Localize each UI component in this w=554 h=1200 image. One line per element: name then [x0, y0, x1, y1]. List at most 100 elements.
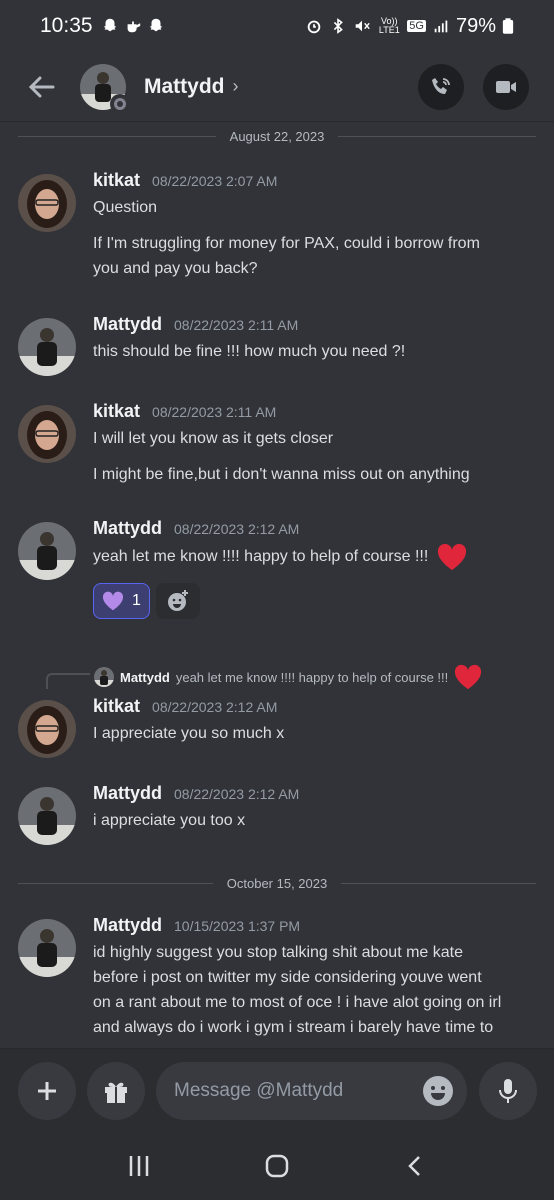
voice-message-button[interactable] — [479, 1062, 537, 1120]
message-timestamp: 10/15/2023 1:37 PM — [174, 918, 301, 934]
status-bar: 10:35 Vo)) LTE1 5G 79% — [0, 0, 554, 52]
avatar-mattydd[interactable] — [18, 919, 76, 977]
red-heart-icon — [455, 664, 482, 690]
message-timestamp: 08/22/2023 2:12 AM — [174, 786, 300, 802]
message-timestamp: 08/22/2023 2:12 AM — [152, 699, 278, 715]
date-divider: October 15, 2023 — [18, 873, 536, 893]
message-text: and always do i work i gym i stream i ba… — [93, 1019, 494, 1036]
video-camera-icon — [496, 81, 516, 93]
message-text: this should be fine !!! how much you nee… — [93, 343, 406, 360]
alarm-icon — [307, 20, 321, 34]
add-reaction-button[interactable] — [155, 583, 200, 619]
snapchat-icon — [149, 18, 162, 32]
message-timestamp: 08/22/2023 2:07 AM — [152, 173, 278, 189]
video-call-button[interactable] — [483, 64, 529, 110]
message-text: you and pay you back? — [93, 260, 258, 277]
message-composer — [0, 1048, 554, 1132]
date-divider-label: August 22, 2023 — [229, 128, 325, 144]
microphone-icon — [499, 1079, 517, 1103]
snapchat-icon — [103, 18, 116, 32]
avatar-mattydd[interactable] — [18, 318, 76, 376]
nav-back-button[interactable] — [391, 1146, 439, 1186]
message-text: I will let you know as it gets closer — [93, 430, 334, 447]
mute-icon — [355, 20, 371, 32]
message-item[interactable]: kitkat 08/22/2023 2:07 AM Question If I'… — [18, 170, 536, 281]
gift-button[interactable] — [87, 1062, 145, 1120]
5g-icon: 5G — [407, 20, 426, 32]
message-list[interactable]: August 22, 2023 kitkat 08/22/2023 2:07 A… — [0, 122, 554, 1048]
message-text: on a rant about me to most of oce ! i ha… — [93, 994, 502, 1011]
message-item[interactable]: kitkat 08/22/2023 2:12 AM I appreciate y… — [18, 696, 536, 758]
dm-user-name[interactable]: Mattydd › — [144, 75, 239, 99]
red-heart-icon — [437, 543, 466, 570]
back-button[interactable] — [22, 67, 62, 107]
chevron-right-icon: › — [232, 76, 239, 96]
date-divider: August 22, 2023 — [18, 126, 537, 146]
message-text: yeah let me know !!!! happy to help of c… — [93, 548, 429, 566]
teapot-icon — [127, 21, 140, 33]
purple-heart-icon — [102, 591, 124, 611]
message-input[interactable] — [174, 1080, 404, 1102]
message-text: id highly suggest you stop talking shit … — [93, 944, 463, 961]
avatar-kitkat[interactable] — [18, 174, 76, 232]
signal-icon — [434, 20, 448, 33]
message-item[interactable]: Mattydd 08/22/2023 2:12 AM yeah let me k… — [18, 518, 536, 619]
recent-apps-button[interactable] — [115, 1146, 163, 1186]
offline-status-dot — [110, 93, 130, 114]
message-author[interactable]: kitkat — [93, 401, 140, 422]
reaction-button[interactable]: 1 — [93, 583, 150, 619]
emoji-button[interactable] — [423, 1076, 453, 1106]
message-author[interactable]: kitkat — [93, 170, 140, 191]
message-author[interactable]: Mattydd — [93, 915, 162, 936]
system-nav-bar — [0, 1132, 554, 1200]
header-name: Mattydd — [144, 74, 225, 98]
back-icon — [408, 1156, 420, 1176]
chat-header: Mattydd › — [0, 52, 554, 122]
message-author[interactable]: Mattydd — [93, 783, 162, 804]
arrow-left-icon — [28, 76, 55, 97]
message-text: i appreciate you too x — [93, 812, 246, 829]
reply-avatar — [94, 667, 114, 687]
message-item[interactable]: kitkat 08/22/2023 2:11 AM I will let you… — [18, 401, 536, 487]
message-text: I appreciate you so much x — [93, 725, 285, 742]
avatar-mattydd[interactable] — [18, 522, 76, 580]
message-item[interactable]: Mattydd 10/15/2023 1:37 PM id highly sug… — [18, 915, 536, 1040]
volte-icon: Vo)) LTE1 — [378, 16, 400, 35]
status-time: 10:35 — [40, 14, 93, 37]
avatar-kitkat[interactable] — [18, 405, 76, 463]
message-author[interactable]: Mattydd — [93, 314, 162, 335]
add-reaction-icon — [167, 590, 188, 611]
avatar-kitkat[interactable] — [18, 700, 76, 758]
phone-call-icon — [432, 78, 450, 94]
message-text: before i post on twitter my side conside… — [93, 969, 482, 986]
message-timestamp: 08/22/2023 2:11 AM — [152, 404, 277, 420]
message-author[interactable]: kitkat — [93, 696, 140, 717]
reply-author: Mattydd — [120, 669, 170, 685]
bluetooth-icon — [334, 18, 344, 34]
voice-call-button[interactable] — [418, 64, 464, 110]
message-text: If I'm struggling for money for PAX, cou… — [93, 235, 480, 252]
message-item[interactable]: Mattydd 08/22/2023 2:11 AM this should b… — [18, 314, 536, 376]
avatar[interactable] — [80, 63, 130, 114]
message-author[interactable]: Mattydd — [93, 518, 162, 539]
recent-apps-icon — [129, 1156, 149, 1176]
message-timestamp: 08/22/2023 2:11 AM — [174, 317, 299, 333]
message-item[interactable]: Mattydd 08/22/2023 2:12 AM i appreciate … — [18, 783, 536, 845]
battery-percent: 79% — [455, 14, 496, 37]
plus-icon — [38, 1082, 56, 1100]
message-text: I might be fine,but i don't wanna miss o… — [93, 466, 470, 483]
battery-icon — [502, 18, 514, 34]
gift-icon — [105, 1082, 127, 1103]
message-timestamp: 08/22/2023 2:12 AM — [174, 521, 300, 537]
message-input-container[interactable] — [156, 1062, 467, 1120]
reaction-count: 1 — [132, 592, 141, 609]
date-divider-label: October 15, 2023 — [226, 875, 328, 891]
avatar-mattydd[interactable] — [18, 787, 76, 845]
reply-text: yeah let me know !!!! happy to help of c… — [175, 669, 449, 685]
message-text: Question — [93, 199, 158, 216]
reply-reference[interactable]: Mattydd yeah let me know !!!! happy to h… — [46, 664, 536, 690]
attach-button[interactable] — [18, 1062, 76, 1120]
emoji-icon — [431, 1086, 445, 1100]
home-button[interactable] — [253, 1146, 301, 1186]
home-icon — [265, 1154, 289, 1178]
